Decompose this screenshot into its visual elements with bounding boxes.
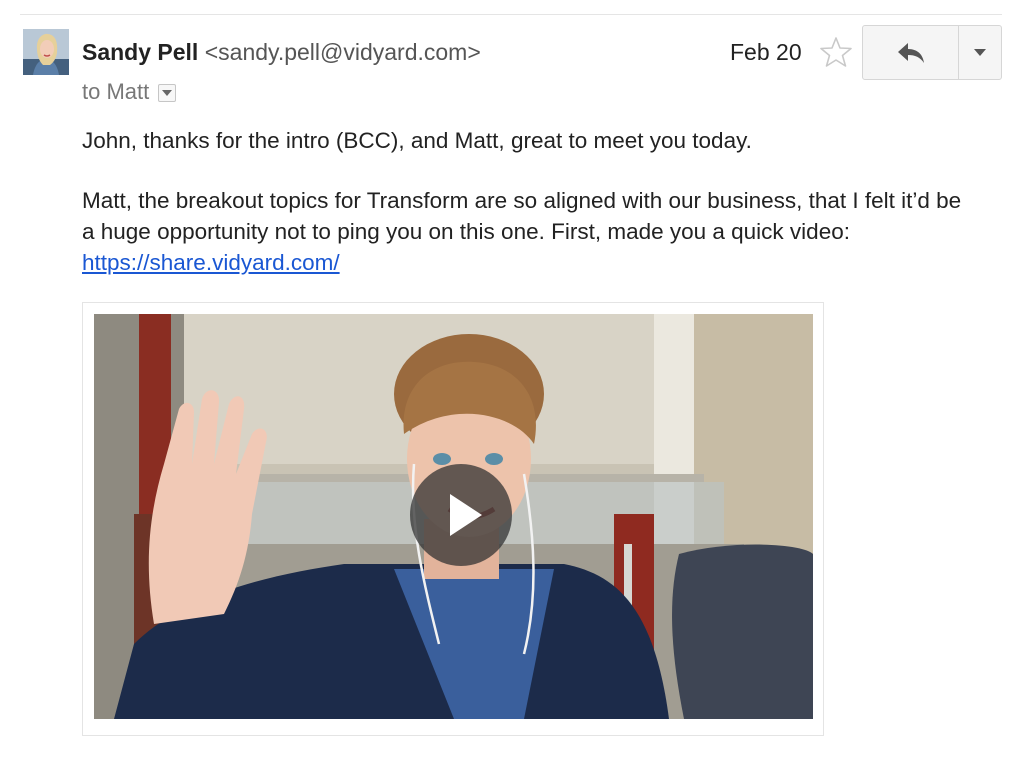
message-date: Feb 20 xyxy=(730,39,802,65)
message-paragraph: Matt, the breakout topics for Transform … xyxy=(82,185,962,278)
message-paragraph: John, thanks for the intro (BCC), and Ma… xyxy=(82,128,752,153)
sender-email: <sandy.pell@vidyard.com> xyxy=(204,39,481,65)
sender-name[interactable]: Sandy Pell xyxy=(82,39,198,65)
email-message-view: Sandy Pell <sandy.pell@vidyard.com> to M… xyxy=(0,0,1024,759)
avatar-image xyxy=(23,29,69,75)
paragraph-text: Matt, the breakout topics for Transform … xyxy=(82,188,962,244)
sender-line: Sandy Pell <sandy.pell@vidyard.com> xyxy=(82,38,481,66)
recipient-label: to Matt xyxy=(82,79,150,104)
video-thumbnail[interactable] xyxy=(94,314,813,719)
play-button[interactable] xyxy=(410,464,512,566)
video-thumbnail-card xyxy=(82,302,824,736)
star-button[interactable] xyxy=(820,36,852,68)
star-icon xyxy=(820,37,852,67)
recipient-line: to Matt xyxy=(82,78,177,106)
sender-avatar[interactable] xyxy=(23,29,69,75)
chevron-down-icon xyxy=(162,90,173,96)
more-options-button[interactable] xyxy=(959,26,1001,79)
video-link[interactable]: https://share.vidyard.com/ xyxy=(82,250,340,275)
play-icon xyxy=(410,464,512,566)
reply-button-group xyxy=(862,25,1002,80)
recipient-details-dropdown[interactable] xyxy=(158,84,177,102)
reply-icon xyxy=(897,42,924,63)
caret-down-icon xyxy=(974,49,986,56)
divider xyxy=(20,14,1002,15)
reply-button[interactable] xyxy=(863,26,959,79)
